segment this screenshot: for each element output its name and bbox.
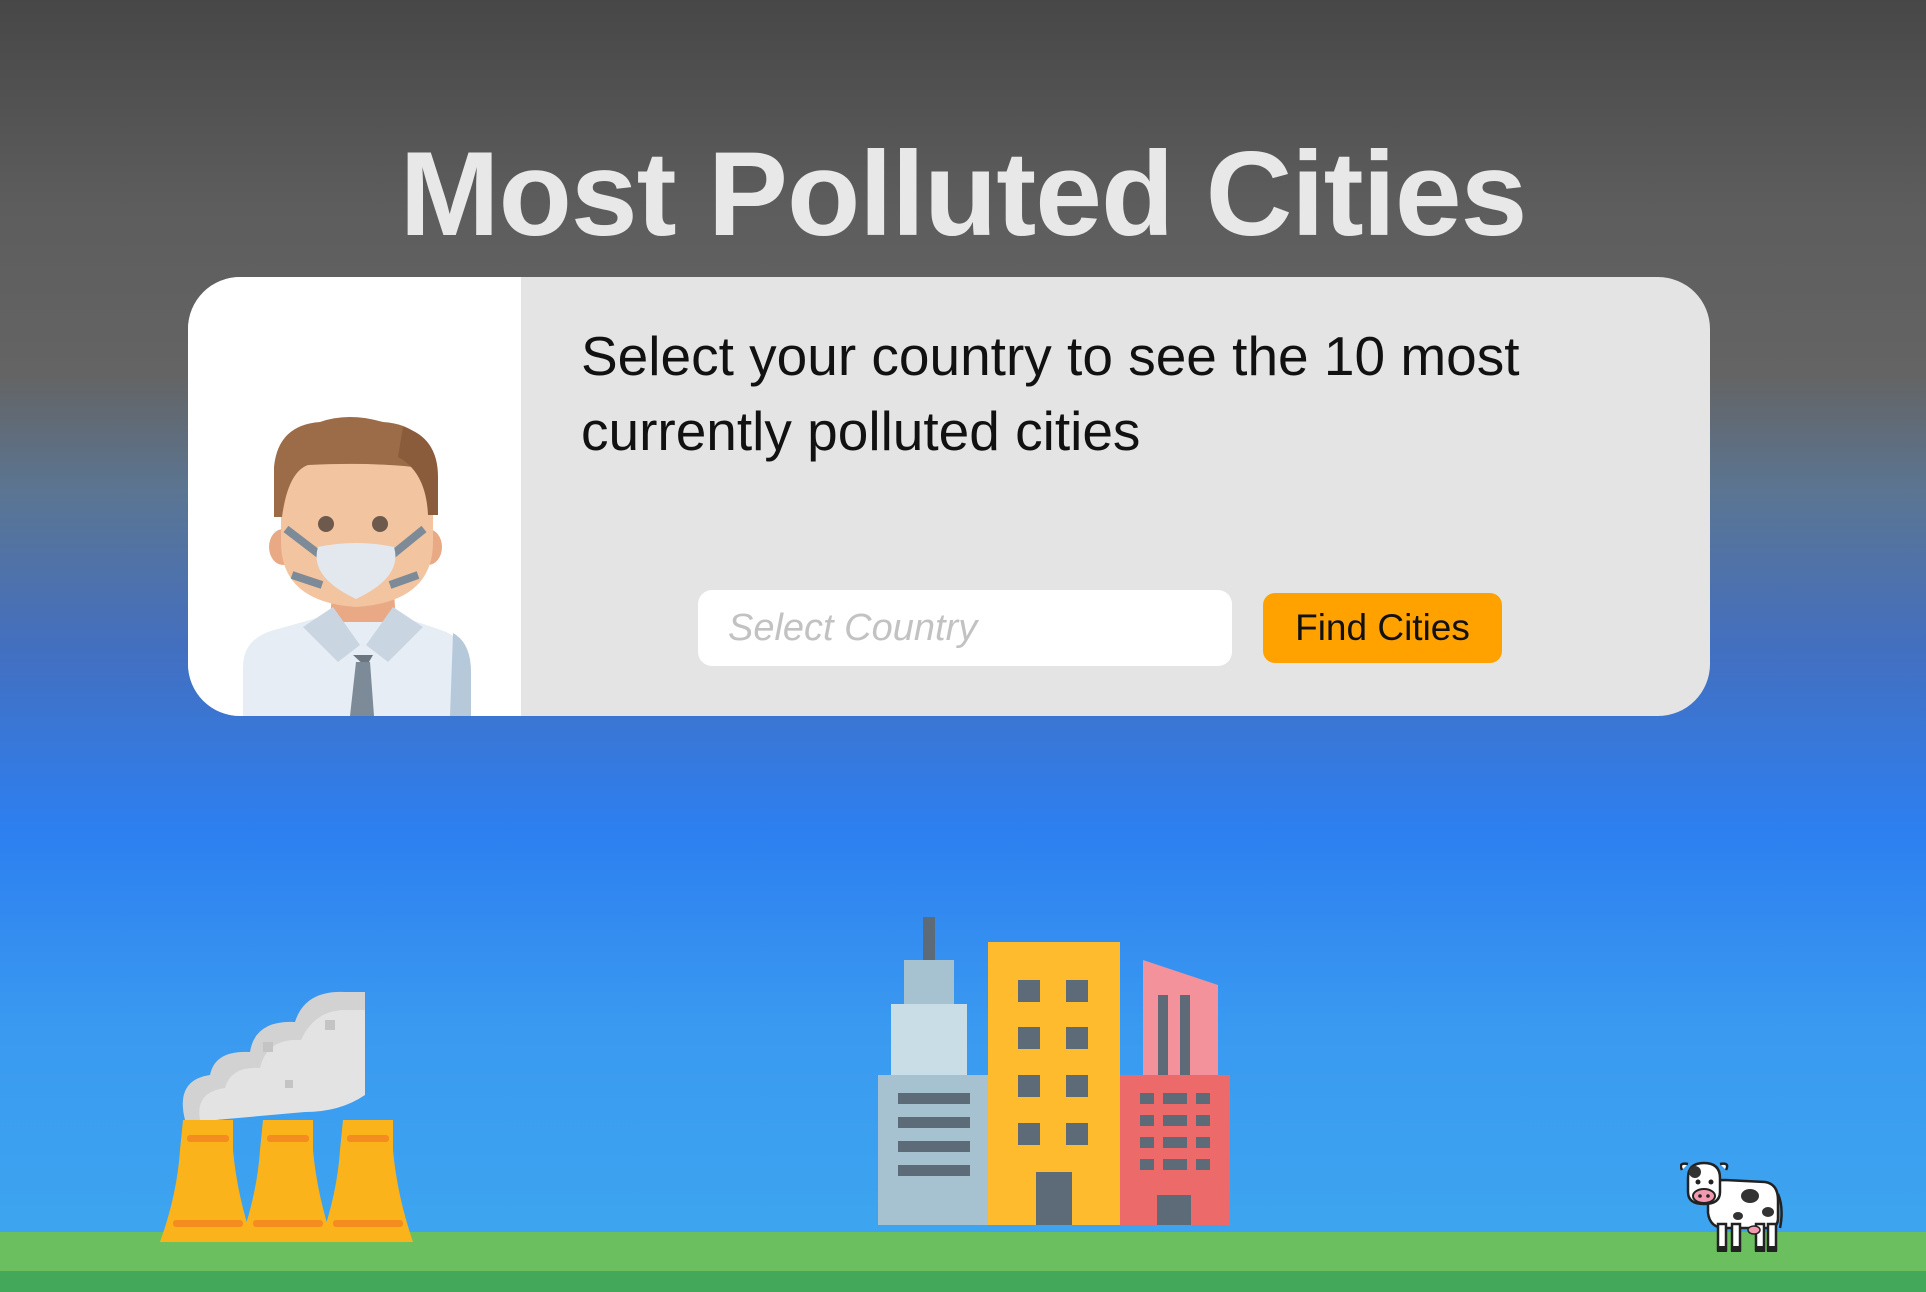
country-select-input[interactable] <box>698 590 1232 666</box>
find-cities-button[interactable]: Find Cities <box>1263 593 1502 663</box>
card-image-panel <box>188 277 521 716</box>
cow-icon <box>1680 1161 1783 1252</box>
factory-smoke-icon <box>160 991 413 1242</box>
masked-man-icon <box>243 417 471 716</box>
ground-strip <box>0 1271 1926 1292</box>
page-title: Most Polluted Cities <box>399 127 1528 262</box>
search-card: Select your country to see the 10 most c… <box>188 277 1710 716</box>
city-buildings-icon <box>878 917 1230 1225</box>
card-description: Select your country to see the 10 most c… <box>581 325 1520 462</box>
